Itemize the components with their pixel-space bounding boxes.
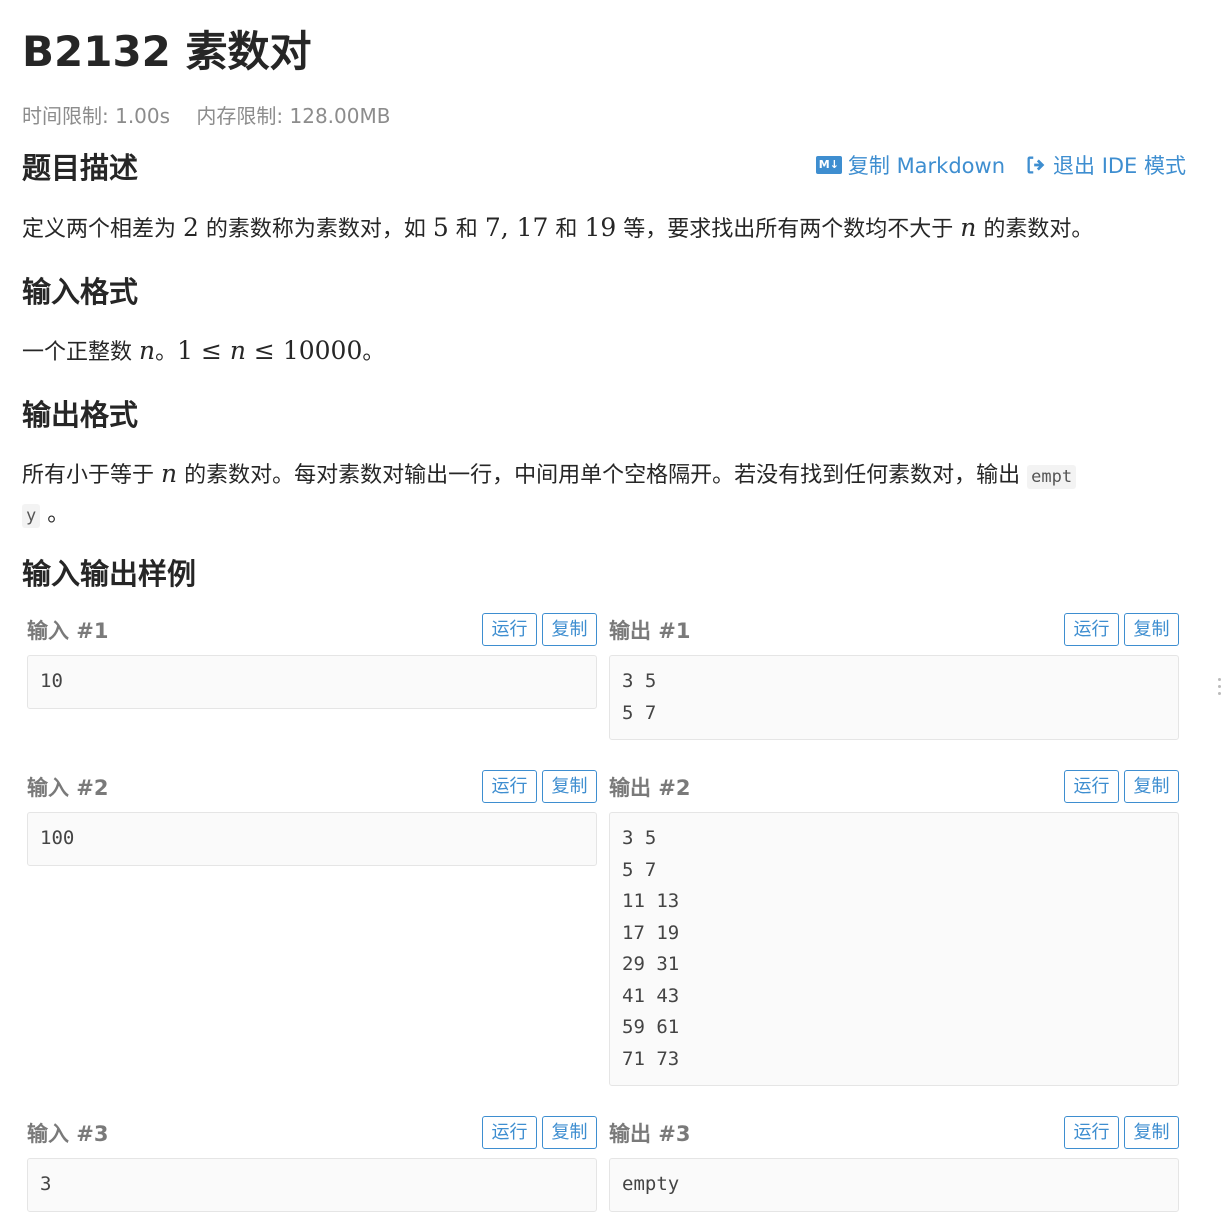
- run-button[interactable]: 运行: [482, 1116, 537, 1149]
- copy-button[interactable]: 复制: [1124, 613, 1179, 646]
- panel-resize-handle[interactable]: [1218, 678, 1222, 699]
- description-text: 定义两个相差为 2 的素数称为素数对，如 5 和 7, 17 和 19 等，要求…: [22, 213, 1094, 242]
- sample-output-box[interactable]: empty: [609, 1158, 1179, 1212]
- copy-markdown-button[interactable]: M↓ 复制 Markdown: [815, 150, 1006, 180]
- sample-input-box[interactable]: 3: [27, 1158, 597, 1212]
- copy-button[interactable]: 复制: [1124, 1116, 1179, 1149]
- input-format-heading: 输入格式: [22, 275, 139, 309]
- sample-output-box[interactable]: 3 5 5 7: [609, 655, 1179, 740]
- output-format-heading: 输出格式: [22, 398, 139, 432]
- description-heading: 题目描述: [22, 151, 139, 185]
- copy-button[interactable]: 复制: [1124, 770, 1179, 803]
- run-button[interactable]: 运行: [1064, 770, 1119, 803]
- run-button[interactable]: 运行: [482, 613, 537, 646]
- output-format-text-line1: 所有小于等于 n 的素数对。每对素数对输出一行，中间用单个空格隔开。若没有找到任…: [22, 454, 1077, 497]
- sample-output-label: 输出 #3: [609, 1122, 691, 1146]
- input-format-text: 一个正整数 n。1 ≤ n ≤ 10000。: [22, 336, 385, 365]
- inline-code: y: [22, 504, 41, 528]
- exit-icon: [1027, 156, 1045, 174]
- run-button[interactable]: 运行: [1064, 613, 1119, 646]
- run-button[interactable]: 运行: [1064, 1116, 1119, 1149]
- inline-code: empt: [1027, 465, 1077, 489]
- sample-input-label: 输入 #2: [27, 776, 109, 800]
- sample-output-2: 输出 #2 运行 复制 3 5 5 7 11 13 17 19 29 31 41…: [609, 770, 1179, 1086]
- problem-limits: 时间限制: 1.00s 内存限制: 128.00MB: [22, 100, 410, 129]
- memory-limit: 内存限制: 128.00MB: [196, 104, 391, 128]
- samples-heading: 输入输出样例: [22, 557, 197, 591]
- sample-input-box[interactable]: 10: [27, 655, 597, 709]
- problem-actions: M↓ 复制 Markdown 退出 IDE 模式: [815, 150, 1186, 180]
- copy-button[interactable]: 复制: [542, 1116, 597, 1149]
- sample-output-label: 输出 #1: [609, 619, 691, 643]
- sample-output-3: 输出 #3 运行 复制 empty: [609, 1116, 1179, 1212]
- sample-input-3: 输入 #3 运行 复制 3: [27, 1116, 597, 1212]
- sample-input-1: 输入 #1 运行 复制 10: [27, 613, 597, 709]
- copy-markdown-label: 复制 Markdown: [847, 154, 1006, 178]
- run-button[interactable]: 运行: [482, 770, 537, 803]
- sample-output-1: 输出 #1 运行 复制 3 5 5 7: [609, 613, 1179, 740]
- output-format-text-line2: y 。: [22, 495, 69, 536]
- sample-input-label: 输入 #1: [27, 619, 109, 643]
- sample-output-label: 输出 #2: [609, 776, 691, 800]
- exit-ide-button[interactable]: 退出 IDE 模式: [1025, 150, 1186, 180]
- sample-input-2: 输入 #2 运行 复制 100: [27, 770, 597, 866]
- copy-button[interactable]: 复制: [542, 613, 597, 646]
- markdown-icon: M↓: [815, 156, 842, 174]
- problem-title: B2132 素数对: [22, 27, 312, 76]
- exit-ide-label: 退出 IDE 模式: [1053, 154, 1186, 178]
- sample-input-label: 输入 #3: [27, 1122, 109, 1146]
- sample-input-box[interactable]: 100: [27, 812, 597, 866]
- time-limit: 时间限制: 1.00s: [22, 104, 171, 128]
- copy-button[interactable]: 复制: [542, 770, 597, 803]
- sample-output-box[interactable]: 3 5 5 7 11 13 17 19 29 31 41 43 59 61 71…: [609, 812, 1179, 1086]
